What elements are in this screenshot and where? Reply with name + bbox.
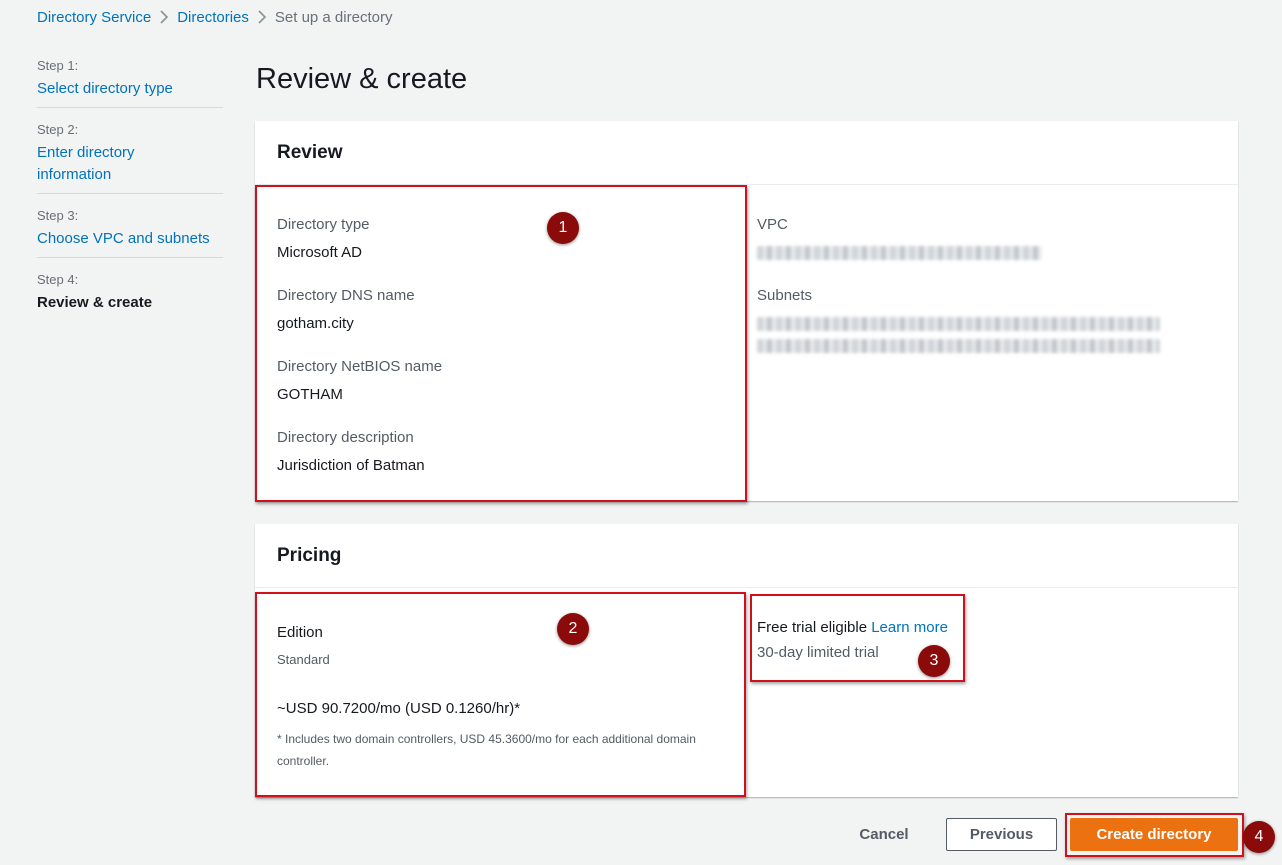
- directory-dns-name-field: Directory DNS name gotham.city: [277, 287, 415, 333]
- breadcrumb: Directory Service Directories Set up a d…: [37, 7, 392, 27]
- wizard-step-2: Step 2: Enter directory information: [37, 122, 223, 194]
- free-trial-eligible-text: Free trial eligible: [757, 619, 868, 636]
- subnets-field: Subnets: [757, 287, 1160, 353]
- directory-type-field: Directory type Microsoft AD: [277, 216, 370, 262]
- vpc-field: VPC: [757, 216, 1042, 260]
- callout-badge-3: 3: [918, 645, 950, 677]
- edition-value: Standard: [277, 652, 330, 667]
- chevron-right-icon: [249, 10, 275, 24]
- directory-netbios-name-label: Directory NetBIOS name: [277, 358, 443, 375]
- chevron-right-icon: [151, 10, 177, 24]
- wizard-steps-nav: Step 1: Select directory type Step 2: En…: [37, 58, 223, 335]
- learn-more-link[interactable]: Learn more: [871, 619, 948, 636]
- review-panel-header: Review: [255, 121, 1238, 185]
- previous-button[interactable]: Previous: [946, 818, 1057, 851]
- breadcrumb-directory-service[interactable]: Directory Service: [37, 9, 151, 26]
- directory-netbios-name-value: GOTHAM: [277, 386, 343, 403]
- pricing-footnote: * Includes two domain controllers, USD 4…: [277, 732, 696, 768]
- redacted-text: [757, 246, 1042, 260]
- redacted-text: [757, 339, 1160, 353]
- page-title: Review & create: [256, 63, 468, 95]
- wizard-step-3: Step 3: Choose VPC and subnets: [37, 208, 223, 258]
- cancel-button[interactable]: Cancel: [842, 818, 926, 850]
- pricing-panel-header: Pricing: [255, 524, 1238, 588]
- subnets-label: Subnets: [757, 287, 813, 304]
- step-link-choose-vpc-and-subnets[interactable]: Choose VPC and subnets: [37, 228, 223, 250]
- vpc-label: VPC: [757, 216, 788, 233]
- wizard-step-1: Step 1: Select directory type: [37, 58, 223, 108]
- subnets-value-redacted: [757, 317, 1160, 353]
- step-number: Step 1:: [37, 58, 79, 73]
- breadcrumb-current: Set up a directory: [274, 8, 393, 26]
- edition-field: Edition Standard: [277, 624, 330, 667]
- redacted-text: [757, 317, 1160, 331]
- directory-dns-name-value: gotham.city: [277, 315, 354, 332]
- directory-dns-name-label: Directory DNS name: [277, 287, 415, 304]
- review-panel: Review Directory type Microsoft AD Direc…: [255, 121, 1238, 501]
- vpc-value-redacted: [757, 246, 1042, 260]
- directory-type-label: Directory type: [277, 216, 370, 233]
- directory-description-label: Directory description: [277, 429, 414, 446]
- callout-badge-4: 4: [1243, 821, 1275, 853]
- step-current-review-create: Review & create: [37, 294, 153, 311]
- directory-description-field: Directory description Jurisdiction of Ba…: [277, 429, 425, 475]
- directory-type-value: Microsoft AD: [277, 244, 363, 261]
- callout-badge-2: 2: [557, 613, 589, 645]
- wizard-step-4: Step 4: Review & create: [37, 272, 223, 321]
- step-number: Step 2:: [37, 122, 79, 137]
- step-number: Step 3:: [37, 208, 79, 223]
- free-trial-line: Free trial eligible Learn more: [757, 619, 948, 636]
- pricing-panel: Pricing Edition Standard ~USD 90.7200/mo…: [255, 524, 1238, 797]
- create-directory-button[interactable]: Create directory: [1070, 818, 1238, 851]
- price-value: ~USD 90.7200/mo (USD 0.1260/hr)*: [277, 700, 521, 717]
- directory-netbios-name-field: Directory NetBIOS name GOTHAM: [277, 358, 442, 404]
- step-number: Step 4:: [37, 272, 79, 287]
- step-link-enter-directory-information[interactable]: Enter directory information: [37, 142, 157, 186]
- edition-label: Edition: [277, 624, 323, 641]
- breadcrumb-directories[interactable]: Directories: [177, 9, 249, 26]
- directory-description-value: Jurisdiction of Batman: [277, 457, 425, 474]
- step-link-select-directory-type[interactable]: Select directory type: [37, 78, 223, 100]
- callout-badge-1: 1: [547, 212, 579, 244]
- price-field: ~USD 90.7200/mo (USD 0.1260/hr)*: [277, 700, 520, 717]
